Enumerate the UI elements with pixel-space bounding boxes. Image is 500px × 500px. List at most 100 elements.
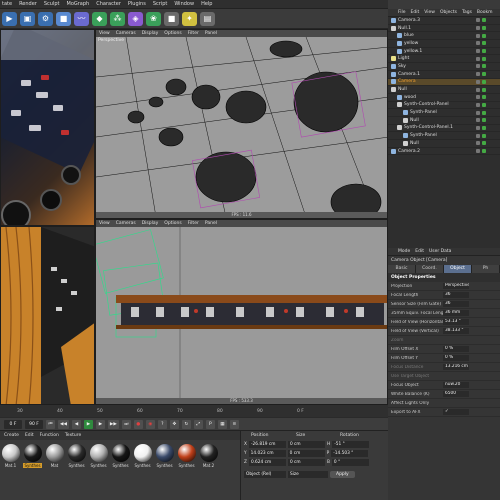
attr-value-field[interactable]: 53.13 ° <box>443 319 469 325</box>
om-menu-bookm[interactable]: Bookm <box>477 10 493 15</box>
material-swatch[interactable]: Synthes <box>88 444 109 468</box>
visibility-dot-icon[interactable] <box>476 56 480 61</box>
current-frame-field[interactable]: 90 F <box>25 419 43 429</box>
check-icon[interactable] <box>482 64 486 69</box>
material-ball-icon[interactable] <box>23 444 42 462</box>
tree-item-synth-control-panel[interactable]: Synth-Control-Panel <box>388 102 500 110</box>
viewport-front[interactable]: View Cameras Display Options Filter Panel FPS… <box>95 219 388 405</box>
nurbs-icon[interactable]: ◆ <box>92 11 107 26</box>
material-ball-icon[interactable] <box>155 444 174 462</box>
visibility-dot-icon[interactable] <box>476 125 480 130</box>
visibility-dot-icon[interactable] <box>476 118 480 123</box>
menu-item-character[interactable]: Character <box>96 1 121 7</box>
attr-menu-mode[interactable]: Mode <box>398 249 410 254</box>
tab-coord[interactable]: Coord. <box>416 265 444 273</box>
tree-item-null[interactable]: Null <box>388 140 500 148</box>
om-menu-tags[interactable]: Tags <box>462 10 472 15</box>
visibility-dot-icon[interactable] <box>476 149 480 154</box>
check-icon[interactable] <box>482 141 486 146</box>
om-menu-file[interactable]: File <box>398 10 406 15</box>
material-swatch[interactable]: Mat.2 <box>198 444 219 468</box>
check-icon[interactable] <box>482 95 486 100</box>
tree-item-synth-panel[interactable]: Synth-Panel <box>388 109 500 117</box>
viewport-menu-panel[interactable]: Panel <box>205 221 217 226</box>
menu-item-sculpt[interactable]: Sculpt <box>44 1 60 7</box>
render-settings-icon[interactable]: ⚙ <box>38 11 53 26</box>
material-ball-icon[interactable] <box>199 444 218 462</box>
attr-value-field[interactable]: 13.216 cm <box>443 364 469 370</box>
move-key-icon[interactable]: ✥ <box>169 419 179 429</box>
size-mode-select[interactable]: Size <box>288 471 328 478</box>
position-field-x[interactable]: -26.819 cm <box>248 441 286 448</box>
attr-value-field[interactable]: nuw.20 <box>443 382 469 388</box>
viewport-menu-view[interactable]: View <box>99 31 110 36</box>
tree-item-null[interactable]: Null <box>388 86 500 94</box>
check-icon[interactable] <box>482 110 486 115</box>
position-field-z[interactable]: 0.624 cm <box>248 459 286 466</box>
check-icon[interactable] <box>482 41 486 46</box>
material-ball-icon[interactable] <box>133 444 152 462</box>
menu-item-plugins[interactable]: Plugins <box>128 1 146 7</box>
check-icon[interactable] <box>482 33 486 38</box>
attr-value-field[interactable]: 6500 <box>443 391 469 397</box>
material-menu-function[interactable]: Function <box>40 433 59 438</box>
visibility-dot-icon[interactable] <box>476 133 480 138</box>
visibility-dot-icon[interactable] <box>476 49 480 54</box>
viewport-menu-display[interactable]: Display <box>142 221 159 226</box>
next-frame-icon[interactable]: ▶ <box>95 419 105 429</box>
timeline-ruler[interactable]: 30 40 50 60 70 80 90 0 F <box>0 405 388 417</box>
render-region-icon[interactable]: ▣ <box>20 11 35 26</box>
viewport-menu-cameras[interactable]: Cameras <box>116 31 136 36</box>
viewport-menu-display[interactable]: Display <box>142 31 159 36</box>
check-icon[interactable] <box>482 18 486 23</box>
rotation-field-b[interactable]: 0 ° <box>331 459 369 466</box>
om-menu-edit[interactable]: Edit <box>411 10 420 15</box>
viewport-menu-options[interactable]: Options <box>164 221 181 226</box>
tree-item-camera-1[interactable]: Camera.1 <box>388 71 500 79</box>
tab-ph[interactable]: Ph <box>472 265 500 273</box>
coord-mode-select[interactable]: Object (Rel) <box>244 471 286 478</box>
viewport-menu-cameras[interactable]: Cameras <box>116 221 136 226</box>
light-icon[interactable]: ✦ <box>182 11 197 26</box>
timeline-icon[interactable]: ≡ <box>229 419 239 429</box>
material-ball-icon[interactable] <box>89 444 108 462</box>
check-icon[interactable] <box>482 79 486 84</box>
record-icon[interactable]: ● <box>133 419 143 429</box>
material-ball-icon[interactable] <box>177 444 196 462</box>
tree-item-light[interactable]: Light <box>388 55 500 64</box>
viewport-perspective[interactable]: View Cameras Display Options Filter Panel Per… <box>95 29 388 219</box>
tree-item-synth-panel[interactable]: Synth-Panel <box>388 132 500 140</box>
attr-value-field[interactable]: 36 <box>443 301 469 307</box>
material-swatch[interactable]: Synthes <box>66 444 87 468</box>
scene-icon[interactable]: ❀ <box>146 11 161 26</box>
prev-key-icon[interactable]: ◀◀ <box>58 419 69 429</box>
go-start-icon[interactable]: ⏮ <box>46 419 55 429</box>
grid-key-icon[interactable]: ▦ <box>217 419 227 429</box>
tree-item-camera-2[interactable]: Camera.2 <box>388 148 500 156</box>
viewport-menu-view[interactable]: View <box>99 221 110 226</box>
visibility-dot-icon[interactable] <box>476 72 480 77</box>
tree-item-camera[interactable]: Camera <box>388 78 500 87</box>
visibility-dot-icon[interactable] <box>476 33 480 38</box>
material-swatch[interactable]: Mat <box>44 444 65 468</box>
prev-frame-icon[interactable]: ◀ <box>71 419 81 429</box>
check-icon[interactable] <box>482 56 486 61</box>
om-menu-objects[interactable]: Objects <box>440 10 457 15</box>
camera-icon[interactable]: ■ <box>164 11 179 26</box>
attr-menu-edit[interactable]: Edit <box>415 249 424 254</box>
check-icon[interactable] <box>482 118 486 123</box>
tree-item-wood[interactable]: wood <box>388 94 500 102</box>
material-ball-icon[interactable] <box>45 444 64 462</box>
autokey-icon[interactable]: ◉ <box>145 419 155 429</box>
material-swatch[interactable]: Synthes <box>176 444 197 468</box>
material-swatch[interactable]: Synthes <box>154 444 175 468</box>
tree-item-null[interactable]: Null <box>388 117 500 125</box>
tree-item-null-1[interactable]: Null.1 <box>388 25 500 33</box>
go-end-icon[interactable]: ⏭ <box>121 419 131 429</box>
visibility-dot-icon[interactable] <box>476 110 480 115</box>
play-icon[interactable]: ▶ <box>83 419 93 429</box>
attr-value-field[interactable]: 36 mm <box>443 310 469 316</box>
tree-item-camera-3[interactable]: Camera.3 <box>388 17 500 25</box>
attr-value-field[interactable]: 36 <box>443 292 469 298</box>
visibility-dot-icon[interactable] <box>476 102 480 107</box>
